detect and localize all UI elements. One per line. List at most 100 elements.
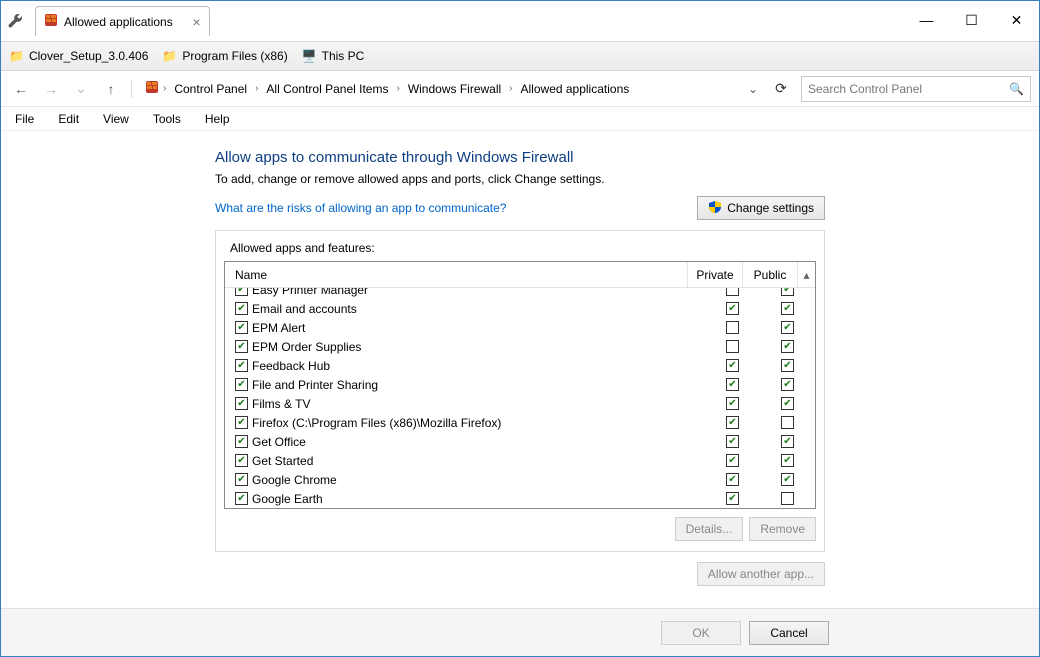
- crumb-control-panel[interactable]: Control Panel: [170, 80, 251, 98]
- bookmark-clover[interactable]: 📁 Clover_Setup_3.0.406: [9, 49, 148, 63]
- app-name: Email and accounts: [252, 302, 357, 316]
- private-checkbox[interactable]: [726, 473, 739, 486]
- change-settings-button[interactable]: Change settings: [697, 196, 825, 220]
- bookmark-program-files[interactable]: 📁 Program Files (x86): [162, 49, 287, 63]
- enabled-checkbox[interactable]: [235, 454, 248, 467]
- monitor-icon: 🖥️: [302, 49, 317, 63]
- enabled-checkbox[interactable]: [235, 340, 248, 353]
- minimize-button[interactable]: —: [904, 5, 949, 35]
- menu-tools[interactable]: Tools: [149, 110, 185, 128]
- search-placeholder: Search Control Panel: [808, 82, 922, 96]
- browser-tab[interactable]: Allowed applications ×: [35, 6, 210, 36]
- enabled-checkbox[interactable]: [235, 302, 248, 315]
- enabled-checkbox[interactable]: [235, 359, 248, 372]
- enabled-checkbox[interactable]: [235, 492, 248, 505]
- tab-title: Allowed applications: [64, 15, 173, 29]
- menu-view[interactable]: View: [99, 110, 133, 128]
- crumb-windows-firewall[interactable]: Windows Firewall: [404, 80, 505, 98]
- back-button[interactable]: ←: [9, 77, 33, 101]
- col-public[interactable]: Public: [743, 262, 798, 287]
- address-row: ← → ⌄ ↑ › Control Panel › All Control Pa…: [1, 71, 1039, 107]
- enabled-checkbox[interactable]: [235, 397, 248, 410]
- cancel-button[interactable]: Cancel: [749, 621, 829, 645]
- table-row[interactable]: Easy Printer Manager: [225, 288, 815, 299]
- public-checkbox[interactable]: [781, 473, 794, 486]
- table-row[interactable]: Feedback Hub: [225, 356, 815, 375]
- remove-button[interactable]: Remove: [749, 517, 816, 541]
- private-checkbox[interactable]: [726, 340, 739, 353]
- scroll-up-icon[interactable]: ▴: [798, 268, 815, 282]
- details-button[interactable]: Details...: [675, 517, 744, 541]
- crumb-allowed-apps[interactable]: Allowed applications: [517, 80, 634, 98]
- menu-help[interactable]: Help: [201, 110, 234, 128]
- public-checkbox[interactable]: [781, 302, 794, 315]
- public-checkbox[interactable]: [781, 321, 794, 334]
- list-body[interactable]: Easy Printer Manager Email and accounts EP…: [225, 288, 815, 508]
- public-checkbox[interactable]: [781, 397, 794, 410]
- breadcrumb[interactable]: › Control Panel › All Control Panel Item…: [140, 76, 739, 102]
- page-subtext: To add, change or remove allowed apps an…: [215, 172, 825, 186]
- table-row[interactable]: Google Chrome: [225, 470, 815, 489]
- enabled-checkbox[interactable]: [235, 473, 248, 486]
- close-button[interactable]: ✕: [994, 5, 1039, 35]
- table-row[interactable]: EPM Alert: [225, 318, 815, 337]
- address-dropdown-icon[interactable]: ⌄: [745, 82, 761, 96]
- private-checkbox[interactable]: [726, 302, 739, 315]
- private-checkbox[interactable]: [726, 378, 739, 391]
- public-checkbox[interactable]: [781, 454, 794, 467]
- table-row[interactable]: Get Started: [225, 451, 815, 470]
- private-checkbox[interactable]: [726, 359, 739, 372]
- table-row[interactable]: Google Earth: [225, 489, 815, 508]
- table-row[interactable]: File and Printer Sharing: [225, 375, 815, 394]
- chevron-right-icon: ›: [394, 83, 401, 94]
- page-heading: Allow apps to communicate through Window…: [215, 149, 825, 166]
- menu-file[interactable]: File: [11, 110, 38, 128]
- maximize-button[interactable]: ☐: [949, 5, 994, 35]
- private-checkbox[interactable]: [726, 454, 739, 467]
- search-input[interactable]: Search Control Panel 🔍: [801, 76, 1031, 102]
- public-checkbox[interactable]: [781, 378, 794, 391]
- table-row[interactable]: Films & TV: [225, 394, 815, 413]
- table-row[interactable]: Get Office: [225, 432, 815, 451]
- tab-close-icon[interactable]: ×: [193, 14, 201, 30]
- enabled-checkbox[interactable]: [235, 378, 248, 391]
- public-checkbox[interactable]: [781, 340, 794, 353]
- chevron-right-icon: ›: [507, 83, 514, 94]
- menu-bar: File Edit View Tools Help: [1, 107, 1039, 131]
- table-row[interactable]: Firefox (C:\Program Files (x86)\Mozilla …: [225, 413, 815, 432]
- private-checkbox[interactable]: [726, 288, 739, 296]
- ok-button[interactable]: OK: [661, 621, 741, 645]
- refresh-button[interactable]: ⟳: [767, 80, 795, 97]
- allow-another-app-button[interactable]: Allow another app...: [697, 562, 825, 586]
- public-checkbox[interactable]: [781, 492, 794, 505]
- table-row[interactable]: EPM Order Supplies: [225, 337, 815, 356]
- crumb-all-items[interactable]: All Control Panel Items: [262, 80, 392, 98]
- col-private[interactable]: Private: [688, 262, 743, 287]
- table-row[interactable]: Email and accounts: [225, 299, 815, 318]
- private-checkbox[interactable]: [726, 397, 739, 410]
- bookmarks-bar: 📁 Clover_Setup_3.0.406 📁 Program Files (…: [1, 41, 1039, 71]
- public-checkbox[interactable]: [781, 359, 794, 372]
- private-checkbox[interactable]: [726, 416, 739, 429]
- menu-edit[interactable]: Edit: [54, 110, 83, 128]
- enabled-checkbox[interactable]: [235, 321, 248, 334]
- risks-link[interactable]: What are the risks of allowing an app to…: [215, 201, 506, 215]
- forward-button[interactable]: →: [39, 77, 63, 101]
- bookmark-this-pc[interactable]: 🖥️ This PC: [302, 49, 365, 63]
- public-checkbox[interactable]: [781, 416, 794, 429]
- folder-icon: 📁: [9, 49, 24, 63]
- titlebar: Allowed applications × — ☐ ✕: [1, 1, 1039, 41]
- app-name: EPM Order Supplies: [252, 340, 361, 354]
- enabled-checkbox[interactable]: [235, 288, 248, 296]
- private-checkbox[interactable]: [726, 435, 739, 448]
- chevron-right-icon: ›: [161, 83, 168, 94]
- private-checkbox[interactable]: [726, 492, 739, 505]
- recent-dropdown[interactable]: ⌄: [69, 77, 93, 101]
- public-checkbox[interactable]: [781, 435, 794, 448]
- public-checkbox[interactable]: [781, 288, 794, 296]
- col-name[interactable]: Name: [225, 262, 688, 287]
- enabled-checkbox[interactable]: [235, 416, 248, 429]
- enabled-checkbox[interactable]: [235, 435, 248, 448]
- up-button[interactable]: ↑: [99, 77, 123, 101]
- private-checkbox[interactable]: [726, 321, 739, 334]
